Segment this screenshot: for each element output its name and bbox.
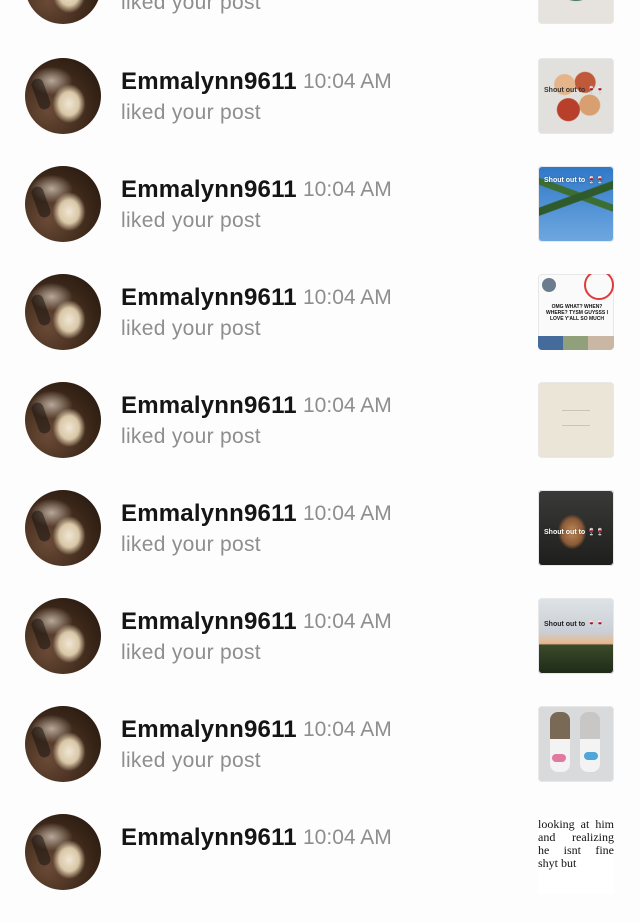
timestamp: 10:04 AM [303,70,392,93]
notification-item[interactable]: Emmalynn9611 10:04 AM liked your post OM… [0,274,640,382]
notification-item[interactable]: Emmalynn9611 10:04 AM liked your post Sh… [0,166,640,274]
thumbnail-grid-strip [538,336,614,350]
post-thumbnail[interactable] [538,382,614,458]
faint-text-lines [562,410,590,426]
avatar[interactable] [25,274,101,350]
timestamp: 10:04 AM [303,394,392,417]
notification-action: liked your post [121,749,261,772]
avatar[interactable] [25,490,101,566]
sock-right [580,712,600,772]
avatar[interactable] [25,58,101,134]
username[interactable]: Emmalynn9611 [121,824,297,852]
username[interactable]: Emmalynn9611 [121,68,297,96]
avatar[interactable] [25,598,101,674]
timestamp: 10:04 AM [303,286,392,309]
avatar[interactable] [25,382,101,458]
notification-action: liked your post [121,209,261,232]
notification-item[interactable]: Emmalynn9611 10:04 AM liked your post Sh… [0,490,640,598]
notification-action: liked your post [121,533,261,556]
post-thumbnail[interactable]: Shout out to 🍷🍷 [538,490,614,566]
timestamp: 10:04 AM [303,718,392,741]
notification-action: liked your post [121,641,261,664]
notification-item[interactable]: Emmalynn9611 10:04 AM liked your post Sh… [0,598,640,706]
thumbnail-caption: Shout out to 🍷🍷 [544,87,605,94]
thumbnail-caption: Shout out to 🍷🍷 [544,177,605,184]
highlight-ring [584,274,614,300]
notification-item[interactable]: Emmalynn9611 10:04 AM liked your post [0,706,640,814]
avatar[interactable] [25,814,101,890]
sock-left [550,712,570,772]
username[interactable]: Emmalynn9611 [121,176,297,204]
notification-item[interactable]: liked your post [0,0,640,56]
activity-list: liked your post Emmalynn9611 10:04 AM li… [0,0,640,894]
thumbnail-caption: looking at him and realizing he isnt fin… [538,818,614,870]
thumbnail-caption: OMG WHAT? WHEN? WHERE? TYSM GUYSSS I LOV… [546,304,608,322]
notification-item[interactable]: Emmalynn9611 10:04 AM liked your post Sh… [0,58,640,166]
username[interactable]: Emmalynn9611 [121,284,297,312]
post-thumbnail[interactable]: Shout out to 🍷🍷 [538,58,614,134]
post-thumbnail[interactable]: looking at him and realizing he isnt fin… [538,818,614,894]
profile-picture-icon [542,278,556,292]
notification-action: liked your post [121,317,261,340]
post-thumbnail[interactable]: Shout out to 🍷🍷 [538,598,614,674]
timestamp: 10:04 AM [303,502,392,525]
username[interactable]: Emmalynn9611 [121,608,297,636]
post-thumbnail[interactable] [538,0,614,24]
timestamp: 10:04 AM [303,826,392,849]
post-thumbnail[interactable]: OMG WHAT? WHEN? WHERE? TYSM GUYSSS I LOV… [538,274,614,350]
post-thumbnail[interactable]: Shout out to 🍷🍷 [538,166,614,242]
notification-item[interactable]: Emmalynn9611 10:04 AM looking at him and… [0,814,640,922]
avatar[interactable] [25,166,101,242]
blue-bow-icon [584,752,598,760]
username[interactable]: Emmalynn9611 [121,500,297,528]
timestamp: 10:04 AM [303,610,392,633]
thumbnail-caption: Shout out to 🍷🍷 [544,621,605,628]
post-thumbnail[interactable] [538,706,614,782]
avatar[interactable] [25,0,101,24]
thumbnail-caption: Shout out to 🍷🍷 [544,529,605,536]
pink-bow-icon [552,754,566,762]
timestamp: 10:04 AM [303,178,392,201]
username[interactable]: Emmalynn9611 [121,716,297,744]
notification-action: liked your post [121,425,261,448]
avatar[interactable] [25,706,101,782]
notification-item[interactable]: Emmalynn9611 10:04 AM liked your post [0,382,640,490]
username[interactable]: Emmalynn9611 [121,392,297,420]
notification-action: liked your post [121,101,261,124]
notification-action: liked your post [121,0,261,14]
